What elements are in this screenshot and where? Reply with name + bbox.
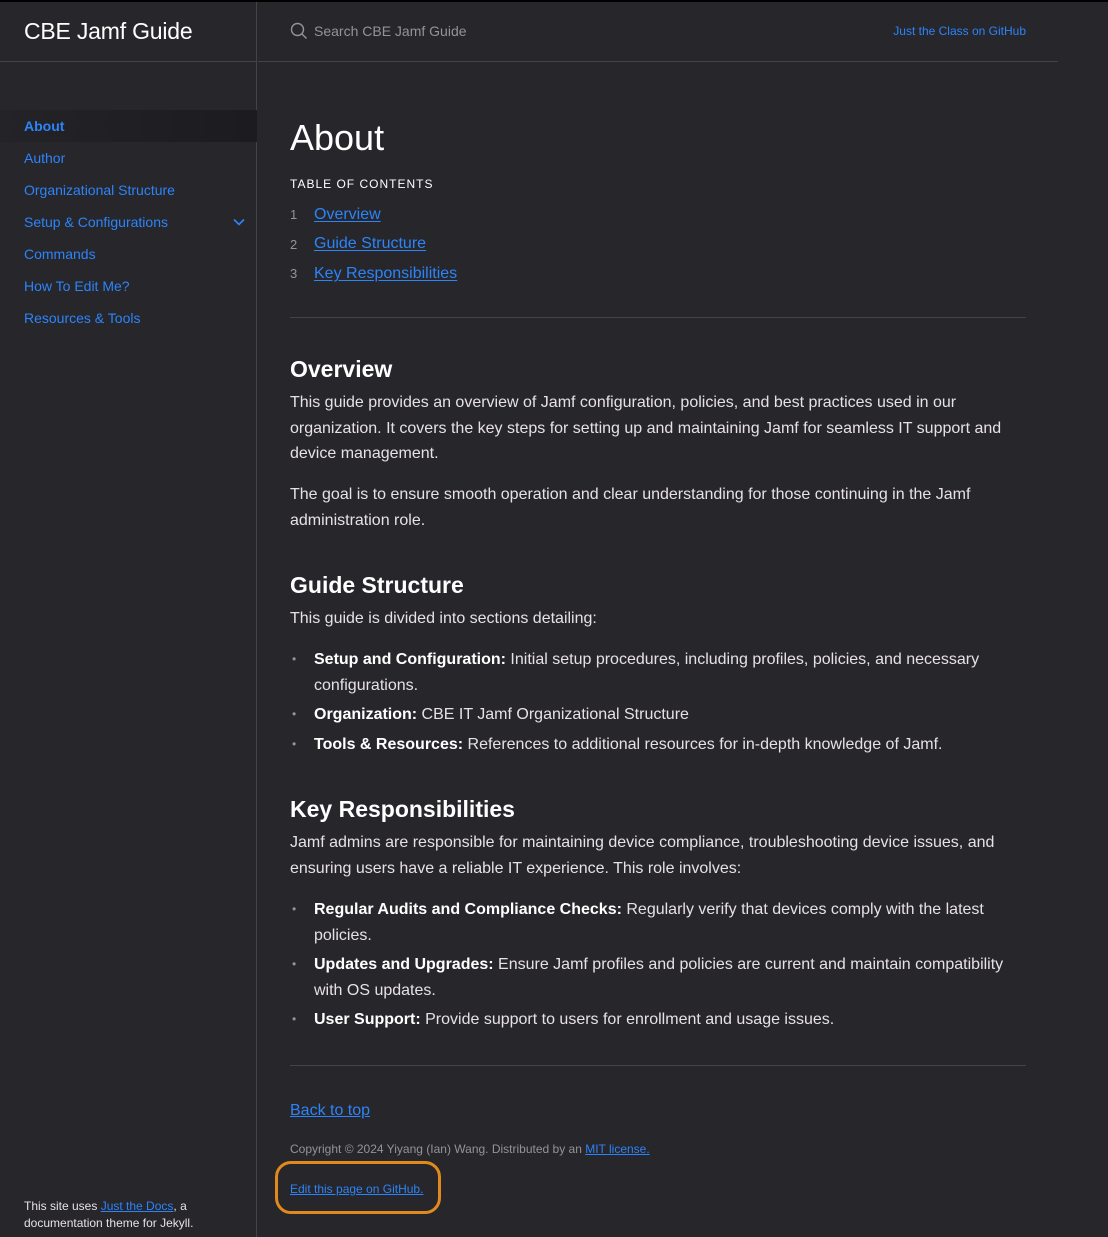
list-item-title: Organization: (314, 706, 418, 724)
list-item: • User Support: Provide support to users … (290, 1007, 1026, 1033)
sidebar-item-about[interactable]: About (0, 110, 257, 142)
bullet-icon: • (292, 957, 297, 972)
sidebar-item-label: About (24, 118, 65, 134)
toc-number: 2 (290, 236, 298, 252)
bullet-icon: • (292, 652, 297, 666)
key-responsibilities-heading: Key Responsibilities (290, 796, 515, 822)
bullet-icon: • (292, 707, 297, 722)
table-of-contents: 1 Overview 2 Guide Structure 3 Key Respo… (290, 200, 457, 289)
overview-heading: Overview (290, 356, 393, 382)
main-header: Search CBE Jamf Guide Just the Class on … (258, 2, 1058, 62)
list-item: • Organization: CBE IT Jamf Organizationa… (290, 702, 1026, 728)
copyright-text: Copyright © 2024 Yiyang (Ian) Wang. Dist… (290, 1142, 586, 1156)
toc-link-overview[interactable]: Overview (314, 206, 381, 224)
bullet-icon: • (292, 736, 297, 751)
list-item: • Updates and Upgrades: Ensure Jamf profi… (290, 952, 1026, 1003)
copyright: Copyright © 2024 Yiyang (Ian) Wang. Dist… (290, 1142, 650, 1156)
sidebar-footer: This site uses Just the Docs, a document… (24, 1198, 244, 1232)
toc-number: 1 (290, 207, 298, 223)
key-responsibilities-intro: Jamf admins are responsible for maintain… (290, 834, 995, 877)
sidebar-item-label: Organizational Structure (24, 182, 175, 198)
list-item: • Regular Audits and Compliance Checks: R… (290, 897, 1026, 948)
guide-structure-heading: Guide Structure (290, 572, 464, 598)
list-item: • Setup and Configuration: Initial setup … (290, 647, 1026, 698)
search-input[interactable]: Search CBE Jamf Guide (314, 23, 467, 39)
sidebar-item-label: Resources & Tools (24, 310, 141, 326)
list-item-text: CBE IT Jamf Organizational Structure (417, 706, 689, 724)
overview-paragraph-2: The goal is to ensure smooth operation a… (290, 486, 971, 529)
divider (290, 1065, 1026, 1066)
sidebar-item-author[interactable]: Author (0, 142, 257, 174)
toc-item: 2 Guide Structure (290, 230, 457, 260)
guide-structure-intro: This guide is divided into sections deta… (290, 610, 597, 627)
github-aux-link[interactable]: Just the Class on GitHub (893, 24, 1026, 38)
toc-item: 1 Overview (290, 200, 457, 230)
page-title: About (290, 117, 385, 158)
list-item-title: Updates and Upgrades: (314, 956, 494, 974)
search-icon (290, 22, 307, 39)
site-header: CBE Jamf Guide (0, 2, 256, 62)
bullet-icon: • (292, 1012, 297, 1027)
search-bar[interactable]: Search CBE Jamf Guide (290, 22, 467, 40)
sidebar-item-resources-tools[interactable]: Resources & Tools (0, 302, 257, 334)
highlight-annotation (275, 1161, 441, 1214)
sidebar-nav: About Author Organizational Structure Se… (0, 110, 257, 334)
guide-structure-list: • Setup and Configuration: Initial setup … (290, 647, 1026, 761)
bullet-icon: • (292, 902, 297, 916)
list-item-text: Provide support to users for enrollment … (420, 1011, 835, 1029)
sidebar-item-label: Commands (24, 246, 96, 262)
sidebar-item-label: How To Edit Me? (24, 278, 130, 294)
sidebar-item-commands[interactable]: Commands (0, 238, 257, 270)
list-item: • Tools & Resources: References to additi… (290, 732, 1026, 758)
site-title[interactable]: CBE Jamf Guide (24, 18, 193, 45)
sidebar-item-label: Author (24, 150, 66, 166)
sidebar-item-organizational-structure[interactable]: Organizational Structure (0, 174, 257, 206)
list-item-text: References to additional resources for i… (463, 735, 943, 753)
sidebar-item-how-to-edit-me[interactable]: How To Edit Me? (0, 270, 257, 302)
list-item-title: Setup and Configuration: (314, 651, 506, 668)
back-to-top-link[interactable]: Back to top (290, 1102, 370, 1120)
toc-link-key-responsibilities[interactable]: Key Responsibilities (314, 265, 457, 283)
list-item-title: User Support: (314, 1011, 421, 1029)
sidebar-item-label: Setup & Configurations (24, 214, 168, 230)
divider (290, 317, 1026, 318)
chevron-down-icon[interactable] (229, 212, 249, 232)
toc-number: 3 (290, 266, 298, 282)
toc-item: 3 Key Responsibilities (290, 259, 457, 289)
sidebar: CBE Jamf Guide About Author Organization… (0, 2, 257, 1237)
key-responsibilities-list: • Regular Audits and Compliance Checks: R… (290, 897, 1026, 1037)
list-item-title: Regular Audits and Compliance Checks: (314, 901, 622, 918)
just-the-docs-link[interactable]: Just the Docs (101, 1199, 174, 1213)
overview-paragraph-1: This guide provides an overview of Jamf … (290, 394, 1002, 463)
list-item-title: Tools & Resources: (314, 735, 464, 753)
toc-link-guide-structure[interactable]: Guide Structure (314, 235, 426, 253)
sidebar-footer-prefix: This site uses (24, 1199, 101, 1213)
sidebar-item-setup-configurations[interactable]: Setup & Configurations (0, 206, 257, 238)
mit-license-link[interactable]: MIT license. (585, 1142, 649, 1156)
toc-heading: TABLE OF CONTENTS (290, 177, 434, 191)
